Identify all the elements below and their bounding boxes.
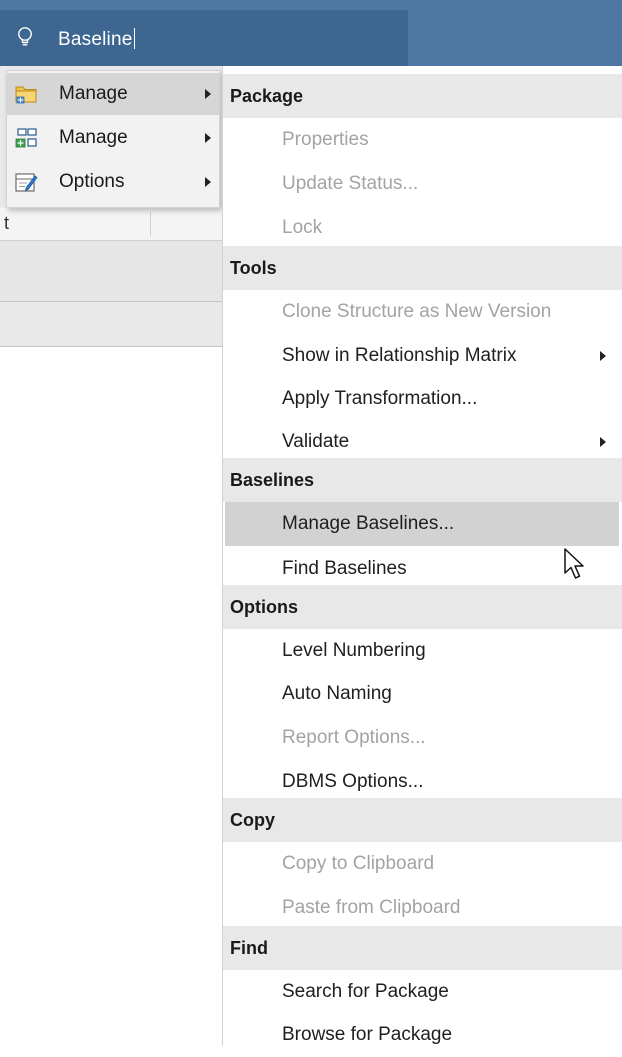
menu-item-properties[interactable]: Properties [223,118,622,162]
menu-item-paste-from-clipboard[interactable]: Paste from Clipboard [223,886,622,930]
menu-item-browse-for-package[interactable]: Browse for Package [223,1013,622,1057]
menu-item-label: Auto Naming [282,683,392,704]
section-header-find: Find [223,926,622,970]
submenu-arrow-icon [205,133,211,143]
options-edit-icon [15,173,38,192]
menu-item-auto-naming[interactable]: Auto Naming [223,672,622,716]
search-bar: Baseline [0,0,622,66]
menu-item-level-numbering[interactable]: Level Numbering [223,629,622,673]
package-folder-icon [15,86,37,104]
search-input[interactable]: Baseline [58,28,136,51]
lightbulb-icon [18,27,32,46]
menu-item-label: Search for Package [282,981,449,1002]
menu-item-search-for-package[interactable]: Search for Package [223,970,622,1014]
menu-item-label: Show in Relationship Matrix [282,345,517,366]
menu-item-label: Copy to Clipboard [282,853,435,874]
submenu-arrow-icon [600,351,606,361]
text-caret [134,28,136,49]
menu-item-clone-structure[interactable]: Clone Structure as New Version [223,290,622,334]
menu-item-manage-package[interactable]: Manage [7,73,219,115]
menu-item-label: Browse for Package [282,1024,453,1045]
menu-item-label: Apply Transformation... [282,388,478,409]
menu-item-update-status[interactable]: Update Status... [223,162,622,206]
panel-band [0,302,224,347]
submenu-arrow-icon [600,437,606,447]
section-header-options: Options [223,585,622,629]
panel-band [0,241,224,302]
section-header-copy: Copy [223,798,622,842]
column-header-label: t [4,213,10,233]
menu-item-label: Update Status... [282,173,419,194]
search-query: Baseline [58,29,133,50]
menu-item-label: Manage [59,83,128,104]
menu-item-label: Report Options... [282,727,426,748]
section-header-label: Package [230,86,304,106]
menu-item-manage-element[interactable]: Manage [7,117,219,159]
section-header-tools: Tools [223,246,622,290]
menu-item-show-in-relationship-matrix[interactable]: Show in Relationship Matrix [223,334,622,378]
menu-item-label: Properties [282,129,369,150]
submenu-arrow-icon [205,89,211,99]
menu-item-report-options[interactable]: Report Options... [223,716,622,760]
menu-item-label: Level Numbering [282,640,426,661]
section-header-label: Find [230,938,268,958]
menu-item-label: Options [59,171,125,192]
menu-item-label: Find Baselines [282,558,407,579]
menu-item-lock[interactable]: Lock [223,206,622,250]
menu-item-apply-transformation[interactable]: Apply Transformation... [223,377,622,421]
menu-item-label: Manage Baselines... [282,513,455,534]
section-header-label: Copy [230,810,275,830]
submenu-arrow-icon [205,177,211,187]
menu-item-label: Clone Structure as New Version [282,301,552,322]
left-submenu: Manage Manage Options [6,70,220,208]
section-header-baselines: Baselines [223,458,622,502]
menu-item-label: Lock [282,217,323,238]
menu-item-label: Validate [282,431,350,452]
section-header-label: Options [230,597,298,617]
menu-item-label: Manage [59,127,128,148]
menu-item-copy-to-clipboard[interactable]: Copy to Clipboard [223,842,622,886]
menu-item-label: Paste from Clipboard [282,897,461,918]
column-header [0,208,224,241]
section-header-label: Baselines [230,470,315,490]
dropdown-menu: Package Properties Update Status... Lock… [222,66,622,1046]
menu-item-label: DBMS Options... [282,771,424,792]
section-header-label: Tools [230,258,277,278]
element-structure-icon [15,128,37,148]
section-header-package: Package [223,74,622,118]
menu-item-options[interactable]: Options [7,161,219,203]
column-divider [150,212,151,236]
menu-item-manage-baselines[interactable]: Manage Baselines... [225,502,619,579]
